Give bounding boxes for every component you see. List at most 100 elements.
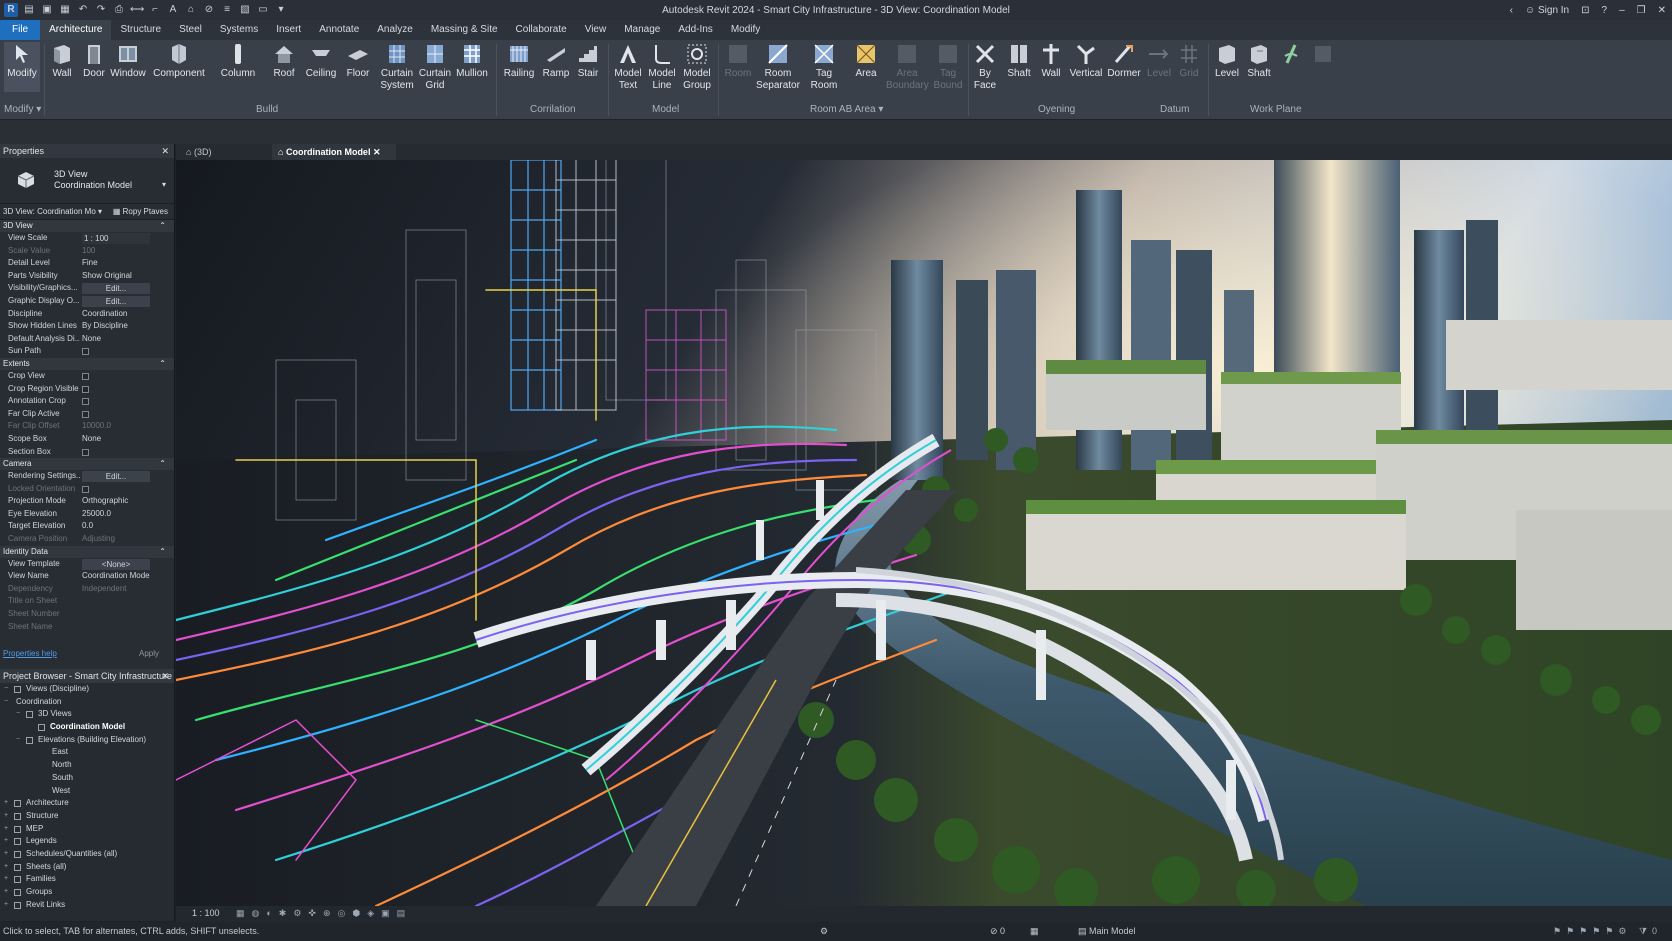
expand-icon[interactable]: + <box>4 861 8 874</box>
tab-analyze[interactable]: Analyze <box>368 20 422 40</box>
browser-item[interactable]: − Views (Discipline) <box>0 683 174 696</box>
crop-view-checkbox[interactable] <box>82 372 89 380</box>
switch-windows-icon[interactable]: ▭ <box>256 3 270 17</box>
edit-type-button[interactable]: ▦ Ropy Ptaves <box>113 204 168 220</box>
browser-item[interactable]: Coordination Model <box>0 721 174 734</box>
wall-button[interactable]: Wall <box>46 42 78 80</box>
annotation-crop-checkbox[interactable] <box>82 398 89 406</box>
save-icon[interactable]: ▣ <box>40 3 54 17</box>
aligned-dimension-icon[interactable]: ⌐ <box>148 3 162 17</box>
search-icon[interactable]: ‹ <box>1510 5 1513 16</box>
view-control-icons[interactable]: ▦◍◐✱⚙✜⊕◎⬢◈▣▤ <box>236 908 412 919</box>
wall-opening-button[interactable]: Wall <box>1036 42 1066 80</box>
grid-datum-button[interactable]: Grid <box>1174 42 1204 80</box>
close-hidden-icon[interactable]: ▧ <box>238 3 252 17</box>
browser-item[interactable]: + Legends <box>0 835 174 848</box>
apply-button[interactable]: Apply <box>139 649 159 658</box>
far-clip-active-checkbox[interactable] <box>82 410 89 418</box>
browser-item[interactable]: + MEP <box>0 823 174 836</box>
tab-view[interactable]: View <box>576 20 616 40</box>
category-graphics[interactable]: 3D View <box>0 220 174 232</box>
tab-systems[interactable]: Systems <box>211 20 267 40</box>
room-button[interactable]: Room <box>722 42 754 80</box>
open-icon[interactable]: ▤ <box>22 3 36 17</box>
section-box-checkbox[interactable] <box>82 448 89 456</box>
category-extents[interactable]: Extents <box>0 357 174 370</box>
undo-icon[interactable]: ↶ <box>76 3 90 17</box>
tab-manage[interactable]: Manage <box>615 20 669 40</box>
browser-item[interactable]: + Structure <box>0 810 174 823</box>
projection-mode-field[interactable]: Orthographic <box>82 495 152 508</box>
visibility-graphics-edit-button[interactable]: Edit... <box>82 283 150 295</box>
type-selector[interactable]: 3D View Coordination Model ▾ <box>0 158 174 204</box>
browser-item[interactable]: North <box>0 759 174 772</box>
collapse-icon[interactable]: − <box>16 734 20 747</box>
category-identity[interactable]: Identity Data <box>0 545 174 558</box>
revit-logo-icon[interactable]: R <box>4 3 18 17</box>
expand-icon[interactable]: + <box>4 873 8 886</box>
sign-in-label[interactable]: Sign In <box>1538 5 1569 16</box>
section-icon[interactable]: ⊘ <box>202 3 216 17</box>
room-separator-button[interactable]: Room Separator <box>756 42 800 92</box>
close-icon[interactable]: ✕ <box>161 144 169 158</box>
model-line-button[interactable]: Model Line <box>646 42 678 92</box>
thin-lines-icon[interactable]: ≡ <box>220 3 234 17</box>
window-button[interactable]: Window <box>110 42 146 80</box>
redo-icon[interactable]: ↷ <box>94 3 108 17</box>
railing-button[interactable]: Railing <box>500 42 538 80</box>
3d-view-icon[interactable]: ⌂ <box>184 3 198 17</box>
eye-elevation-field[interactable]: 25000.0 <box>82 508 152 521</box>
editable-only-icon[interactable]: ⊘ 0 <box>990 926 1005 937</box>
tab-3d[interactable]: ⌂ (3D) <box>180 144 266 160</box>
level-button[interactable]: Level <box>1212 42 1242 80</box>
browser-item[interactable]: West <box>0 785 174 798</box>
browser-item[interactable]: − Coordination <box>0 696 174 709</box>
cart-icon[interactable]: ⊡ <box>1581 5 1589 16</box>
browser-item[interactable]: + Families <box>0 873 174 886</box>
active-model[interactable]: ▤ Main Model <box>1078 926 1136 937</box>
category-camera[interactable]: Camera <box>0 458 174 471</box>
door-button[interactable]: Door <box>80 42 108 80</box>
3d-viewport[interactable] <box>176 160 1672 906</box>
view-template-button[interactable]: <None> <box>82 558 150 570</box>
customize-qat-icon[interactable]: ▾ <box>274 3 288 17</box>
print-icon[interactable]: ⎙ <box>112 3 126 17</box>
roof-button[interactable]: Roof <box>268 42 300 80</box>
close-icon[interactable]: ✕ <box>1658 5 1666 16</box>
minimize-icon[interactable]: – <box>1619 5 1625 16</box>
browser-item[interactable]: East <box>0 746 174 759</box>
expand-icon[interactable]: + <box>4 899 8 912</box>
expand-icon[interactable]: + <box>4 797 8 810</box>
tab-architecture[interactable]: Architecture <box>40 20 112 40</box>
browser-item[interactable]: South <box>0 772 174 785</box>
design-options-icon[interactable]: ▦ <box>1030 926 1039 937</box>
rendering-settings-edit-button[interactable]: Edit... <box>82 471 150 483</box>
shaft-button[interactable]: Shaft <box>1004 42 1034 80</box>
view-scale-control[interactable]: 1 : 100 <box>192 908 220 918</box>
measure-icon[interactable]: ⟷ <box>130 3 144 17</box>
close-icon[interactable]: ✕ <box>161 669 169 683</box>
expand-icon[interactable]: + <box>4 823 8 836</box>
floor-button[interactable]: Floor <box>342 42 374 80</box>
city-model-rendering[interactable] <box>176 160 1672 906</box>
expand-icon[interactable]: + <box>4 835 8 848</box>
instance-selector[interactable]: 3D View: Coordination Mo ▾ ▦ Ropy Ptaves <box>0 204 174 220</box>
target-elevation-field[interactable]: 0.0 <box>82 520 152 533</box>
tab-massing-site[interactable]: Massing & Site <box>422 20 507 40</box>
tab-steel[interactable]: Steel <box>170 20 211 40</box>
curtain-system-button[interactable]: Curtain System <box>376 42 418 92</box>
view-scale-field[interactable]: 1 : 100 <box>82 233 150 244</box>
modify-button[interactable]: Modify <box>4 42 40 92</box>
hidden-lines-field[interactable]: By Discipline <box>82 320 152 333</box>
tag-room-button[interactable]: Tag Room <box>806 42 842 92</box>
expand-icon[interactable]: + <box>4 886 8 899</box>
browser-item[interactable]: + Schedules/Quantities (all) <box>0 848 174 861</box>
properties-help-link[interactable]: Properties help <box>3 649 57 658</box>
component-button[interactable]: Component <box>150 42 208 80</box>
model-group-button[interactable]: Model Group <box>680 42 714 92</box>
browser-item[interactable]: − 3D Views <box>0 708 174 721</box>
expand-icon[interactable]: + <box>4 810 8 823</box>
tab-modify[interactable]: Modify <box>722 20 769 40</box>
tag-area-button[interactable]: Tag Bound <box>930 42 966 92</box>
mullion-button[interactable]: Mullion <box>452 42 492 80</box>
